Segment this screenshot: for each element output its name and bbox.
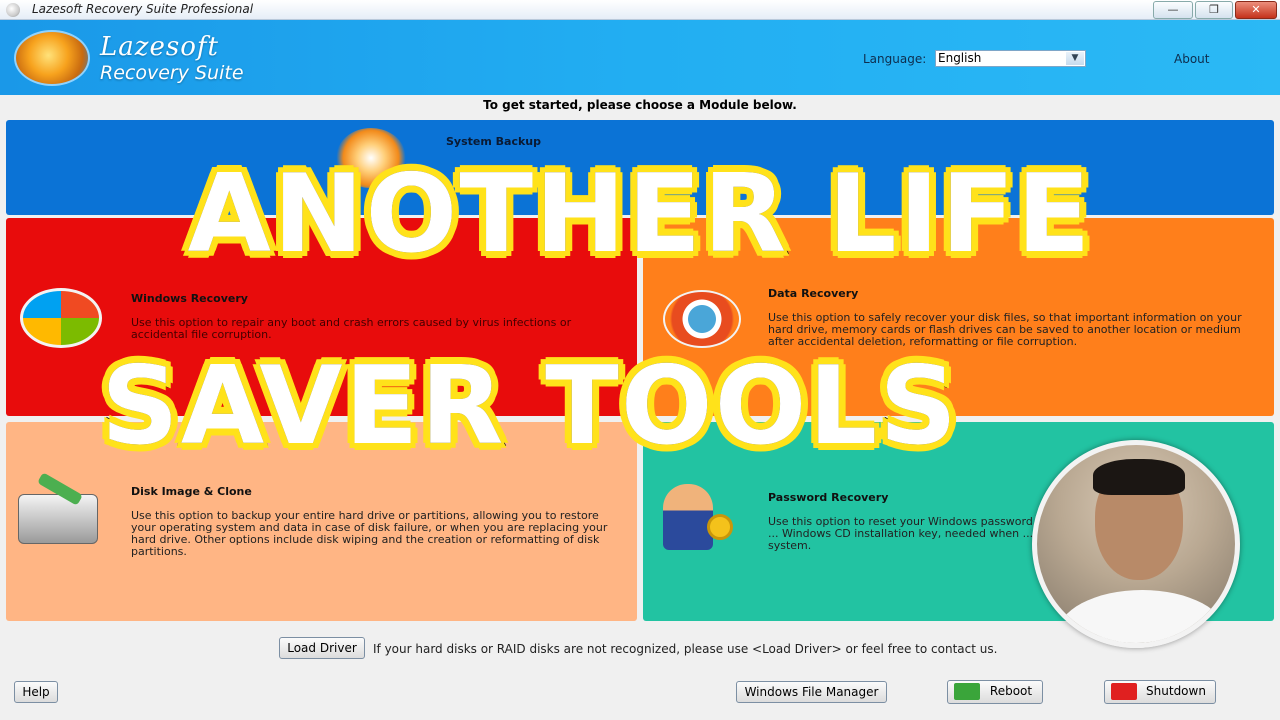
- hard-drive-tools-icon: [18, 472, 98, 544]
- help-button[interactable]: Help: [14, 681, 58, 703]
- presenter-shirt: [1057, 590, 1227, 643]
- language-label: Language:: [863, 52, 927, 66]
- reboot-icon: [954, 683, 980, 700]
- wrench-icon: [37, 472, 83, 506]
- minimize-button[interactable]: —: [1153, 1, 1193, 19]
- logo-icon: [14, 30, 90, 86]
- language-value: English: [938, 51, 982, 65]
- module-description: Use this option to reset your Windows pa…: [768, 515, 1034, 552]
- logo-text-brand: Lazesoft: [100, 32, 219, 62]
- maximize-button[interactable]: ❐: [1195, 1, 1233, 19]
- language-select[interactable]: English ▼: [935, 50, 1086, 67]
- module-description: Use this option to backup your entire ha…: [131, 509, 608, 558]
- title-bar: Lazesoft Recovery Suite Professional — ❐…: [0, 0, 1280, 20]
- overlay-title-line1: ANOTHER LIFE: [185, 149, 1094, 280]
- windows-file-manager-button[interactable]: Windows File Manager: [736, 681, 887, 703]
- windows-logo-icon: [20, 288, 102, 348]
- presenter-hair: [1093, 459, 1185, 495]
- module-title: Password Recovery: [768, 491, 889, 504]
- about-link[interactable]: About: [1174, 52, 1209, 66]
- module-title: Windows Recovery: [131, 292, 248, 305]
- module-title: Data Recovery: [768, 287, 859, 300]
- module-title: Disk Image & Clone: [131, 485, 252, 498]
- user-key-icon: [663, 484, 713, 550]
- load-driver-button[interactable]: Load Driver: [279, 637, 365, 659]
- shutdown-button[interactable]: Shutdown: [1104, 680, 1216, 704]
- key-icon: [707, 514, 733, 540]
- power-icon: [1111, 683, 1137, 700]
- webcam-presenter: [1032, 440, 1240, 648]
- shutdown-label: Shutdown: [1146, 684, 1206, 698]
- app-header: Lazesoft Recovery Suite Language: Englis…: [0, 20, 1280, 95]
- driver-hint-text: If your hard disks or RAID disks are not…: [373, 642, 998, 656]
- close-button[interactable]: ✕: [1235, 1, 1277, 19]
- module-description: Use this option to repair any boot and c…: [131, 316, 572, 341]
- window-title: Lazesoft Recovery Suite Professional: [32, 2, 254, 16]
- lifebuoy-icon: [663, 290, 741, 348]
- app-icon: [6, 3, 20, 17]
- chevron-down-icon[interactable]: ▼: [1066, 52, 1084, 65]
- reboot-label: Reboot: [989, 684, 1033, 698]
- logo-text-product: Recovery Suite: [100, 62, 244, 84]
- reboot-button[interactable]: Reboot: [947, 680, 1043, 704]
- module-title: System Backup: [446, 135, 541, 148]
- instruction-text: To get started, please choose a Module b…: [483, 98, 797, 112]
- overlay-title-line2: SAVER TOOLS: [98, 341, 960, 472]
